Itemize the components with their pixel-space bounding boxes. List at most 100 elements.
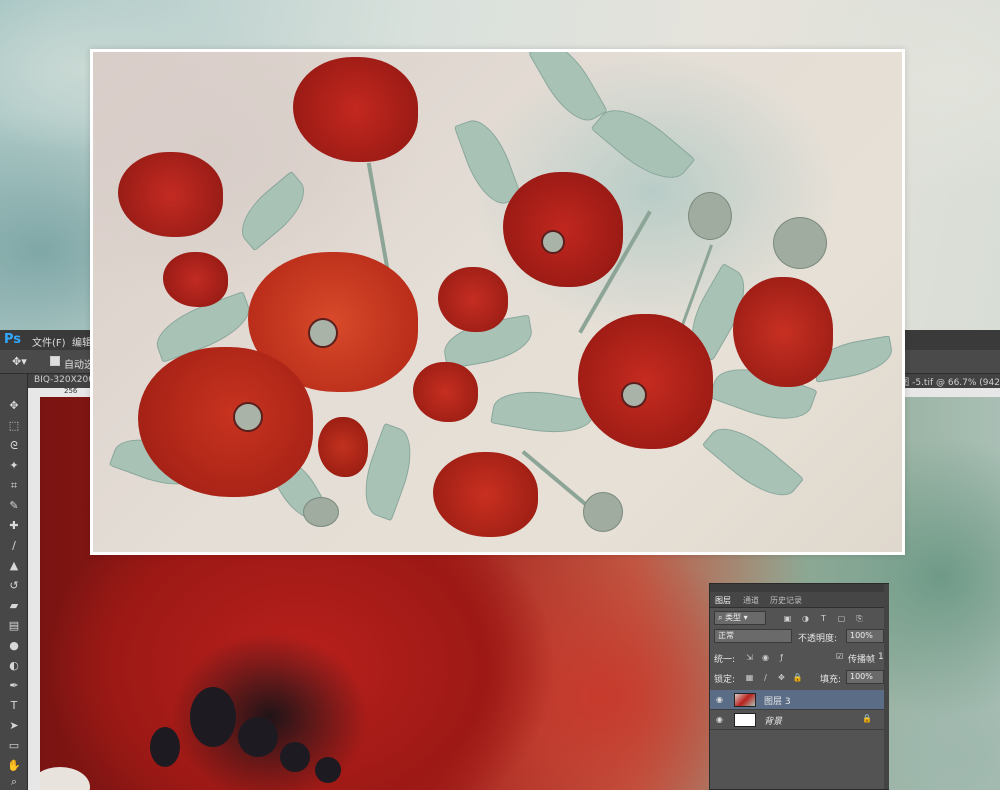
poppy-flower (293, 57, 418, 162)
pistil-blob (190, 687, 236, 747)
rectangle-tool-icon[interactable]: ▭ (5, 738, 23, 754)
type-filter-icon[interactable]: T (818, 613, 829, 624)
history-brush-tool-icon[interactable]: ↺ (5, 578, 23, 594)
document-tab-left[interactable]: BIQ-320X200 (34, 375, 94, 385)
blur-tool-icon[interactable]: ● (5, 638, 23, 654)
tab-layers[interactable]: 图层 (715, 595, 731, 606)
poppy-relief-photo (93, 52, 902, 552)
layer-thumbnail (734, 713, 756, 727)
photoshop-logo: Ps (4, 332, 22, 347)
healing-tool-icon[interactable]: ✚ (5, 518, 23, 534)
lock-transparency-icon[interactable]: ▦ (744, 672, 755, 683)
poppy-flower (503, 172, 623, 287)
lock-position-icon[interactable]: ✥ (776, 672, 787, 683)
path-select-tool-icon[interactable]: ➤ (5, 718, 23, 734)
fill-label: 填充: (820, 675, 842, 685)
blend-mode-label: 正常 (718, 631, 734, 640)
opacity-input[interactable]: 100% (846, 629, 884, 643)
filter-row: ⌕ 类型 ▾ ▣ ◑ T ▢ ⎘ (714, 611, 884, 627)
zoom-tool-icon[interactable]: ⌕ (5, 774, 23, 790)
lock-pixels-icon[interactable]: ∕ (760, 672, 771, 683)
unify-style-icon[interactable]: ƒ (776, 652, 787, 663)
poppy-bud (413, 362, 478, 422)
layer-thumbnail (734, 693, 756, 707)
tab-history[interactable]: 历史记录 (770, 595, 802, 606)
opacity-value: 100% (850, 631, 873, 640)
dodge-tool-icon[interactable]: ◐ (5, 658, 23, 674)
poppy-center (541, 230, 565, 254)
poppy-bud (438, 267, 508, 332)
move-tool-icon[interactable]: ✥ (5, 398, 23, 414)
pixel-filter-icon[interactable]: ▣ (782, 613, 793, 624)
seed-pod (583, 492, 623, 532)
ruler-mark: 256 (64, 387, 78, 395)
pistil-blob (280, 742, 310, 772)
crop-tool-icon[interactable]: ⌗ (5, 478, 23, 494)
lock-all-icon[interactable]: 🔒 (792, 672, 803, 683)
panel-header (710, 584, 888, 592)
pen-tool-icon[interactable]: ✒ (5, 678, 23, 694)
seed-pod (773, 217, 827, 269)
ruler-vertical (28, 388, 40, 790)
featured-photo-frame (90, 49, 905, 555)
propagate-label: 传播帧 (848, 655, 876, 665)
unify-visibility-icon[interactable]: ◉ (760, 652, 771, 663)
type-tool-icon[interactable]: T (5, 698, 23, 714)
eraser-tool-icon[interactable]: ▰ (5, 598, 23, 614)
move-tool-preset-icon[interactable]: ✥▾ (12, 355, 27, 368)
pale-patch (40, 767, 90, 790)
visibility-eye-icon[interactable]: ◉ (716, 695, 723, 704)
pistil-blob (315, 757, 341, 783)
filter-kind-select[interactable]: ⌕ 类型 ▾ (714, 611, 766, 625)
lock-row: 锁定: ▦ ∕ ✥ 🔒 填充: 100% (714, 670, 884, 686)
pistil-blob (150, 727, 180, 767)
tab-channels[interactable]: 通道 (743, 595, 759, 606)
eyedropper-tool-icon[interactable]: ✎ (5, 498, 23, 514)
lock-icon: 🔒 (862, 714, 872, 723)
propagate-value: 1 (878, 652, 884, 662)
layer-name: 图层 3 (764, 697, 791, 707)
panel-tab-bar: 图层 通道 历史记录 (710, 592, 888, 608)
magic-wand-tool-icon[interactable]: ✦ (5, 458, 23, 474)
hand-tool-icon[interactable]: ✋ (5, 758, 23, 774)
poppy-flower (118, 152, 223, 237)
filter-kind-label: 类型 (725, 613, 742, 622)
poppy-bud (163, 252, 228, 307)
fill-input[interactable]: 100% (846, 670, 884, 684)
propagate-checkbox[interactable]: ☑ (836, 652, 843, 661)
seed-pod (303, 497, 339, 527)
tools-panel: ✥ ⬚ ᘓ ✦ ⌗ ✎ ✚ ∕ ▲ ↺ ▰ ▤ ● ◐ ✒ T ➤ ▭ ✋ ⌕ (0, 374, 28, 790)
stamp-tool-icon[interactable]: ▲ (5, 558, 23, 574)
adjust-filter-icon[interactable]: ◑ (800, 613, 811, 624)
menu-file[interactable]: 文件(F) (32, 334, 66, 349)
marquee-tool-icon[interactable]: ⬚ (5, 418, 23, 434)
layer-name: 背景 (764, 717, 783, 727)
visibility-eye-icon[interactable]: ◉ (716, 715, 723, 724)
screenshot-stage: Ps 文件(F) 编辑 ✥▾ 自动选 BIQ-320X200 果图 -5.tif… (0, 0, 1000, 790)
document-tab-right[interactable]: 果图 -5.tif @ 66.7% (942 (891, 375, 1000, 388)
unify-row: 统一: ⇲ ◉ ƒ ☑ 传播帧 1 (714, 650, 884, 666)
unify-label: 统一: (714, 655, 736, 665)
lasso-tool-icon[interactable]: ᘓ (5, 438, 23, 454)
poppy-flower (433, 452, 538, 537)
unify-position-icon[interactable]: ⇲ (744, 652, 755, 663)
layer-row-background[interactable]: ◉ 背景 🔒 (710, 710, 888, 730)
poppy-flower (578, 314, 713, 449)
opacity-label: 不透明度: (798, 634, 838, 644)
blend-row: 正常 不透明度: 100% (714, 629, 884, 645)
pistil-blob (238, 717, 278, 757)
fill-value: 100% (850, 672, 873, 681)
gradient-tool-icon[interactable]: ▤ (5, 618, 23, 634)
leaf (528, 52, 608, 131)
auto-select-checkbox[interactable] (50, 356, 60, 366)
menu-edit[interactable]: 编辑 (72, 334, 92, 349)
layer-row-selected[interactable]: ◉ 图层 3 (710, 690, 888, 710)
shape-filter-icon[interactable]: ▢ (836, 613, 847, 624)
smart-filter-icon[interactable]: ⎘ (854, 613, 865, 624)
brush-tool-icon[interactable]: ∕ (5, 538, 23, 554)
blend-mode-select[interactable]: 正常 (714, 629, 792, 643)
leaf (701, 414, 805, 510)
poppy-bud (318, 417, 368, 477)
leaf (230, 170, 316, 252)
panel-scrollbar[interactable] (884, 584, 889, 789)
